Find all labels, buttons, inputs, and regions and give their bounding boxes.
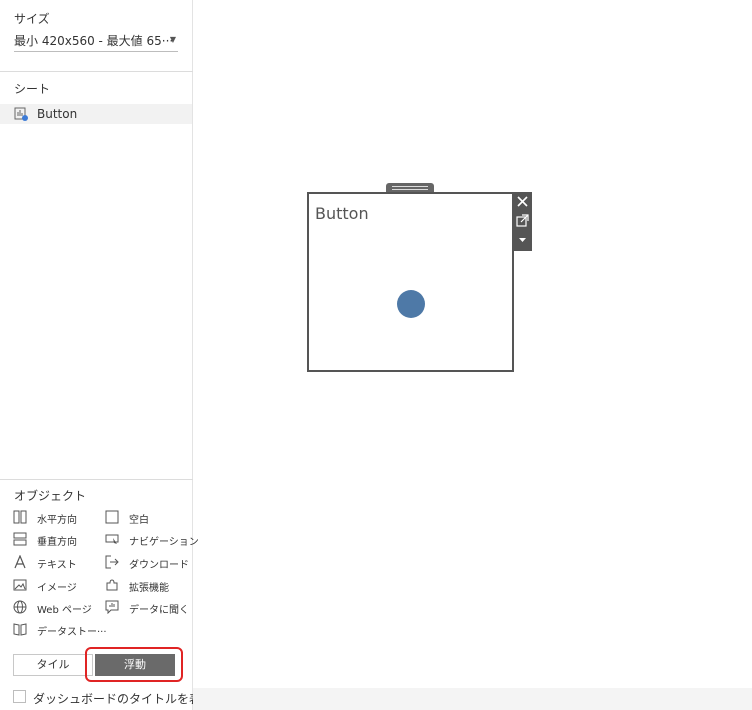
open-external-icon[interactable] [513, 211, 532, 230]
object-label: ナビゲーション [129, 537, 199, 548]
object-label: テキスト [37, 560, 77, 571]
worksheet-icon [14, 107, 28, 121]
size-dropdown-value: 最小 420x560 - 最大値 65··· [14, 34, 174, 48]
puzzle-icon [106, 579, 118, 591]
data-mark[interactable] [397, 290, 425, 318]
section-divider [0, 71, 193, 72]
section-divider [0, 479, 193, 480]
chevron-down-icon: ▼ [169, 35, 176, 44]
show-title-label: ダッシュボードのタイトルを表示 [33, 692, 214, 706]
objects-section-title: オブジェクト [14, 489, 87, 503]
text-icon [14, 555, 26, 569]
tile-button[interactable]: タイル [13, 654, 93, 676]
dashboard-sidebar: サイズ 最小 420x560 - 最大値 65··· ▼ シート Button … [0, 0, 213, 710]
globe-icon [13, 600, 27, 614]
worksheet-title: Button [315, 204, 369, 223]
blank-icon [105, 510, 119, 524]
object-label: データストー··· [37, 627, 107, 638]
worksheet-container[interactable]: Button [307, 192, 514, 372]
book-icon [13, 623, 27, 636]
worksheet-toolbar [513, 192, 532, 251]
show-title-checkbox[interactable] [13, 690, 26, 703]
image-icon [13, 579, 27, 591]
sheet-item-button[interactable]: Button [0, 104, 192, 124]
close-icon[interactable] [513, 192, 532, 211]
ask-data-icon [105, 600, 119, 614]
size-section-title: サイズ [14, 12, 50, 26]
sheets-section-title: シート [14, 82, 51, 96]
horizontal-container-icon [13, 510, 27, 524]
object-label: 空白 [129, 515, 149, 526]
object-label: 水平方向 [37, 515, 77, 526]
download-icon [105, 555, 119, 569]
object-label: 垂直方向 [37, 537, 77, 548]
sheet-item-label: Button [37, 107, 78, 121]
object-label: ダウンロード [129, 560, 189, 571]
size-dropdown[interactable]: 最小 420x560 - 最大値 65··· ▼ [14, 32, 178, 52]
vertical-container-icon [13, 532, 27, 546]
object-label: データに聞く [129, 605, 189, 616]
object-label: イメージ [37, 583, 77, 594]
navigation-icon [105, 534, 119, 544]
object-label: 拡張機能 [129, 583, 169, 594]
tab-strip [193, 688, 752, 710]
highlight-annotation [85, 647, 183, 682]
object-label: Web ページ [37, 605, 92, 616]
more-options-icon[interactable] [513, 230, 532, 249]
